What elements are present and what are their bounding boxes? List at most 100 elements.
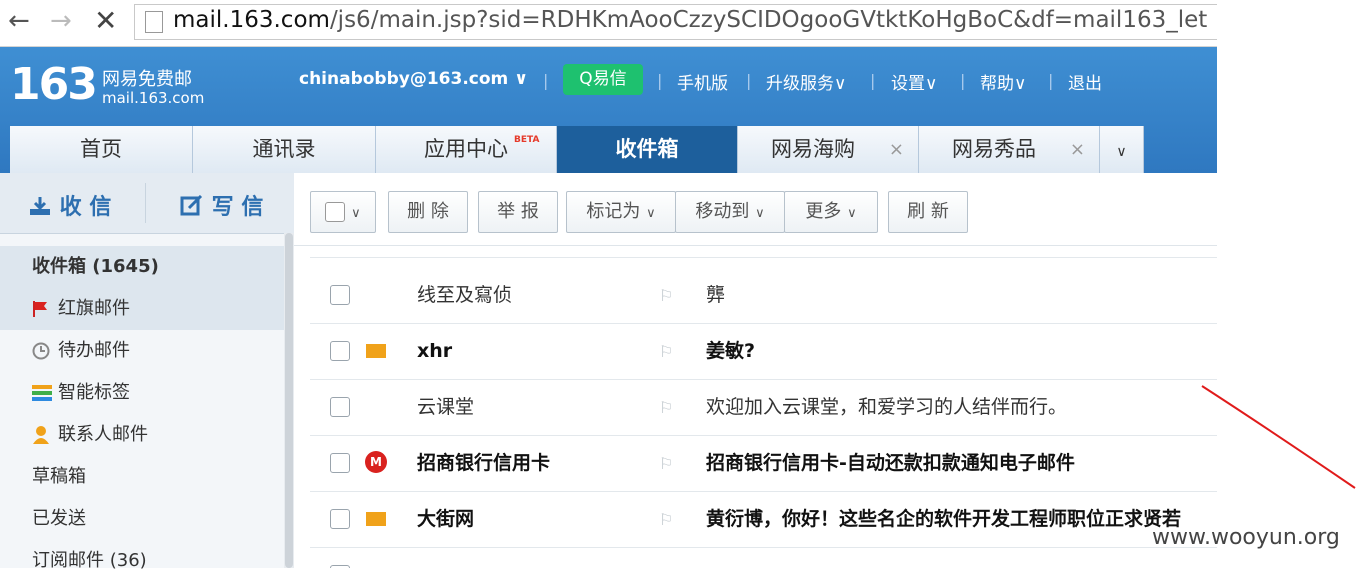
move-to-dropdown[interactable]: 移动到 ∨: [675, 191, 785, 233]
refresh-button[interactable]: 刷 新: [888, 191, 968, 233]
mail-row[interactable]: 线至及寫侦 ⚐ 龏: [310, 268, 1217, 324]
chevron-down-icon: ∨: [351, 206, 361, 221]
tab-label: 首页: [80, 137, 122, 161]
chevron-down-icon: ∨: [1116, 144, 1127, 160]
tab-label: 应用中心: [424, 137, 508, 161]
divider: [145, 183, 146, 223]
folder-label: 已发送: [32, 508, 86, 529]
flag-icon[interactable]: ⚐: [659, 380, 673, 435]
flag-icon[interactable]: ⚐: [659, 436, 673, 491]
write-label: 写 信: [211, 195, 264, 220]
stop-icon[interactable]: ✕: [94, 6, 117, 36]
tab-label: 网易秀品: [952, 137, 1036, 161]
tags-icon: [32, 385, 52, 401]
sidebar: 收 信 写 信 收件箱 (1645) 红旗邮件 待办邮件 智能标签 联系人邮件 …: [0, 173, 294, 571]
address-bar[interactable]: mail.163.com/js6/main.jsp?sid=RDHKmAooCz…: [134, 4, 1218, 40]
flag-icon[interactable]: ⚐: [659, 492, 673, 547]
logout-link[interactable]: 退出: [1068, 69, 1102, 94]
mail-row[interactable]: M 招商银行信用卡 ⚐ 招商银行信用卡-自动还款扣款通知电子邮件: [310, 436, 1217, 492]
folder-inbox[interactable]: 收件箱 (1645): [0, 246, 284, 288]
chevron-down-icon: ∨: [755, 206, 765, 221]
mail-subject: 欢迎加入云课堂，和爱学习的人结伴而行。: [706, 396, 1068, 418]
yixin-button[interactable]: Q易信: [563, 64, 643, 95]
write-button[interactable]: 写 信: [180, 189, 263, 221]
report-button[interactable]: 举 报: [478, 191, 558, 233]
tab-contacts[interactable]: 通讯录: [193, 126, 376, 173]
folder-flagged[interactable]: 红旗邮件: [0, 288, 284, 330]
tab-more-button[interactable]: ∨: [1100, 126, 1144, 173]
folder-label: 待办邮件: [58, 340, 130, 361]
flag-icon[interactable]: ⚐: [659, 324, 673, 379]
divider: |: [746, 71, 752, 90]
mail-subject: 招商银行信用卡-自动还款扣款通知电子邮件: [706, 452, 1075, 474]
receive-button[interactable]: 收 信: [28, 189, 111, 221]
folder-subscriptions[interactable]: 订阅邮件 (36): [0, 540, 284, 582]
mobile-link[interactable]: 手机版: [677, 69, 728, 94]
row-checkbox[interactable]: [330, 341, 350, 361]
row-checkbox[interactable]: [330, 453, 350, 473]
folder-contacts-mail[interactable]: 联系人邮件: [0, 414, 284, 456]
mail-row[interactable]: xhr ⚐ 姜敏?: [310, 324, 1217, 380]
mail-header: 163 网易免费邮 mail.163.com chinabobby@163.co…: [0, 47, 1217, 173]
tab-home[interactable]: 首页: [10, 126, 193, 173]
back-icon[interactable]: ←: [8, 6, 30, 36]
row-checkbox[interactable]: [330, 285, 350, 305]
tab-xiupin[interactable]: 网易秀品 ×: [919, 126, 1100, 173]
compose-bar: 收 信 写 信: [0, 173, 294, 234]
divider: |: [657, 71, 663, 90]
tab-inbox[interactable]: 收件箱: [557, 126, 738, 173]
row-checkbox[interactable]: [330, 397, 350, 417]
row-checkbox[interactable]: [330, 509, 350, 529]
user-account[interactable]: chinabobby@163.com ∨: [299, 69, 528, 89]
yixin-icon: Q: [579, 69, 593, 89]
folder-drafts[interactable]: 草稿箱: [0, 456, 284, 498]
mail-row-partial[interactable]: [310, 246, 1217, 258]
delete-button[interactable]: 删 除: [388, 191, 468, 233]
settings-link[interactable]: 设置∨: [891, 69, 937, 94]
folder-todo[interactable]: 待办邮件: [0, 330, 284, 372]
url-text[interactable]: mail.163.com/js6/main.jsp?sid=RDHKmAooCz…: [173, 7, 1207, 33]
logo-title: 网易免费邮: [102, 69, 192, 90]
tab-label: 收件箱: [615, 137, 679, 161]
mail-sender: 线至及寫侦: [417, 284, 513, 306]
tab-label: 网易海购: [771, 137, 855, 161]
tab-label: 通讯录: [252, 137, 316, 161]
select-all-checkbox[interactable]: [325, 202, 346, 222]
folder-sent[interactable]: 已发送: [0, 498, 284, 540]
mail-list: 线至及寫侦 ⚐ 龏 xhr ⚐ 姜敏? 云课堂 ⚐ 欢迎加入云课堂，和爱学习的人…: [294, 246, 1217, 568]
select-all-dropdown[interactable]: ∨: [310, 191, 376, 233]
watermark: www.wooyun.org: [1152, 525, 1340, 550]
forward-icon[interactable]: →: [50, 6, 72, 36]
more-dropdown[interactable]: 更多 ∨: [784, 191, 878, 233]
upgrade-link[interactable]: 升级服务∨: [766, 69, 846, 94]
download-icon: [30, 197, 50, 215]
scroll-thumb[interactable]: [285, 233, 293, 568]
close-icon[interactable]: ×: [889, 126, 904, 173]
more-label: 更多: [805, 201, 842, 222]
folder-smart-tags[interactable]: 智能标签: [0, 372, 284, 414]
chevron-down-icon: ∨: [834, 74, 847, 94]
upgrade-label: 升级服务: [766, 74, 834, 94]
mail-row-partial[interactable]: [310, 548, 1217, 568]
user-email: chinabobby@163.com: [299, 69, 509, 89]
flag-icon[interactable]: ⚐: [659, 268, 673, 323]
edit-icon: [180, 194, 203, 216]
chevron-down-icon: ∨: [1014, 74, 1027, 94]
url-path: /js6/main.jsp?sid=RDHKmAooCzzySCIDOgooGV…: [329, 7, 1208, 33]
mark-as-dropdown[interactable]: 标记为 ∨: [566, 191, 676, 233]
tab-app-center[interactable]: 应用中心 BETA: [376, 126, 557, 173]
divider: |: [1048, 71, 1054, 90]
mail-sender: 云课堂: [417, 396, 475, 418]
help-label: 帮助: [980, 74, 1014, 94]
close-icon[interactable]: ×: [1070, 126, 1085, 173]
beta-badge: BETA: [514, 135, 540, 145]
mail-row[interactable]: 云课堂 ⚐ 欢迎加入云课堂，和爱学习的人结伴而行。: [310, 380, 1217, 436]
settings-label: 设置: [891, 74, 925, 94]
tab-haigou[interactable]: 网易海购 ×: [738, 126, 919, 173]
sidebar-scrollbar[interactable]: [284, 233, 294, 568]
help-link[interactable]: 帮助∨: [980, 69, 1026, 94]
red-flag-icon: [33, 301, 47, 317]
mail-sender: xhr: [417, 340, 453, 362]
folder-label: 订阅邮件 (36): [32, 550, 147, 571]
mail-row[interactable]: 大街网 ⚐ 黄衍博，你好！这些名企的软件开发工程师职位正求贤若: [310, 492, 1217, 548]
